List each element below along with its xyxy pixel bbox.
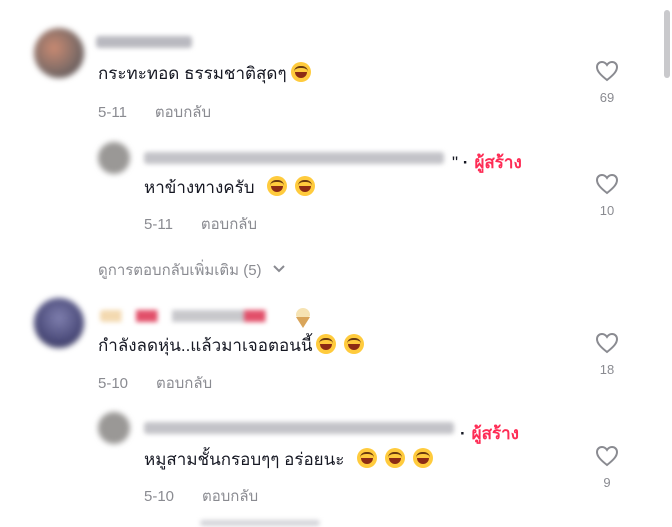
heart-outline-icon[interactable] bbox=[595, 60, 619, 82]
avatar[interactable] bbox=[98, 142, 130, 174]
username-blurred[interactable] bbox=[144, 152, 444, 164]
creator-badge: " · ผู้สร้าง bbox=[452, 153, 522, 172]
comment-text: กำลังลดหุ่น..แล้วมาเจอตอนนี้ bbox=[98, 334, 365, 357]
comment-meta: 5-11 ตอบกลับ bbox=[144, 212, 257, 236]
comment-date: 5-10 bbox=[144, 488, 175, 505]
next-comment-blurred bbox=[200, 520, 320, 526]
comment-text: กระทะทอด ธรรมชาติสุดๆ bbox=[98, 62, 311, 85]
username-blurred[interactable] bbox=[100, 310, 280, 322]
comment-text: หมูสามชั้นกรอบๆๆ อร่อยนะ bbox=[144, 448, 434, 471]
avatar[interactable] bbox=[34, 298, 84, 348]
laughing-emoji-icon bbox=[357, 448, 378, 468]
comment-item: กำลังลดหุ่น..แล้วมาเจอตอนนี้ 5-10 ตอบกลับ… bbox=[0, 290, 660, 400]
avatar[interactable] bbox=[34, 28, 84, 78]
separator-dot: · bbox=[460, 424, 466, 443]
name-quote: " bbox=[452, 153, 459, 172]
reply-item: · ผู้สร้าง หมูสามชั้นกรอบๆๆ อร่อยนะ 5-10 ต… bbox=[0, 400, 660, 510]
scrollbar[interactable] bbox=[664, 10, 670, 78]
heart-outline-icon[interactable] bbox=[595, 445, 619, 467]
heart-outline-icon[interactable] bbox=[595, 332, 619, 354]
comment-date: 5-11 bbox=[98, 104, 127, 121]
like-button[interactable]: 9 bbox=[587, 445, 627, 490]
view-more-replies-button[interactable]: ดูการตอบกลับเพิ่มเติม (5) bbox=[98, 258, 286, 282]
laughing-emoji-icon bbox=[413, 448, 434, 468]
like-button[interactable]: 69 bbox=[587, 60, 627, 105]
like-button[interactable]: 18 bbox=[587, 332, 627, 377]
reply-item: " · ผู้สร้าง หาข้างทางครับ 5-11 ตอบกลับ 10 bbox=[0, 130, 660, 245]
laughing-emoji-icon bbox=[267, 176, 288, 196]
comment-date: 5-10 bbox=[98, 375, 129, 392]
avatar[interactable] bbox=[98, 412, 130, 444]
heart-outline-icon[interactable] bbox=[595, 173, 619, 195]
like-count: 69 bbox=[599, 90, 615, 105]
reply-button[interactable]: ตอบกลับ bbox=[155, 104, 211, 121]
like-count: 9 bbox=[603, 475, 611, 490]
separator-dot: · bbox=[462, 153, 469, 172]
laughing-emoji-icon bbox=[344, 334, 365, 354]
laughing-emoji-icon bbox=[385, 448, 406, 468]
like-count: 18 bbox=[599, 362, 615, 377]
creator-badge: · ผู้สร้าง bbox=[460, 424, 519, 443]
comment-meta: 5-10 ตอบกลับ bbox=[144, 484, 258, 508]
comment-date: 5-11 bbox=[144, 216, 173, 233]
username-blurred[interactable] bbox=[96, 36, 192, 48]
ice-cream-icon bbox=[296, 308, 310, 328]
chevron-down-icon bbox=[272, 265, 285, 273]
laughing-emoji-icon bbox=[290, 62, 311, 82]
reply-button[interactable]: ตอบกลับ bbox=[202, 488, 258, 505]
reply-button[interactable]: ตอบกลับ bbox=[201, 216, 257, 233]
laughing-emoji-icon bbox=[295, 176, 316, 196]
like-count: 10 bbox=[599, 203, 615, 218]
comment-meta: 5-11 ตอบกลับ bbox=[98, 100, 211, 124]
comment-meta: 5-10 ตอบกลับ bbox=[98, 371, 212, 395]
comment-item: กระทะทอด ธรรมชาติสุดๆ 5-11 ตอบกลับ 69 bbox=[0, 0, 660, 130]
like-button[interactable]: 10 bbox=[587, 173, 627, 218]
laughing-emoji-icon bbox=[316, 334, 337, 354]
reply-button[interactable]: ตอบกลับ bbox=[156, 375, 212, 392]
comment-text: หาข้างทางครับ bbox=[144, 176, 316, 199]
username-blurred[interactable] bbox=[144, 422, 454, 434]
